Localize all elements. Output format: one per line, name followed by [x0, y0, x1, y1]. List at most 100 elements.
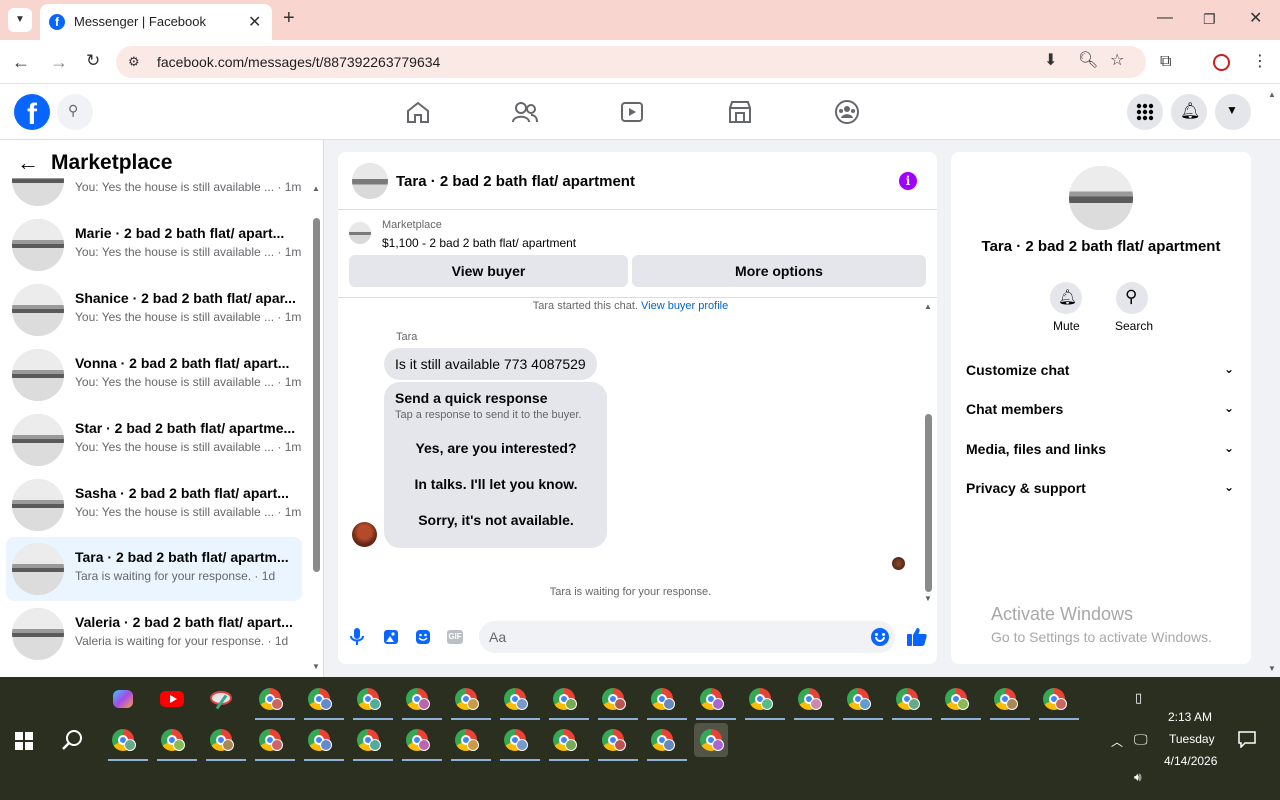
friends-nav-icon[interactable] [512, 101, 538, 123]
close-window-icon[interactable]: ✕ [1249, 11, 1262, 27]
photo-icon[interactable] [383, 629, 399, 645]
chrome-profile-icon[interactable] [939, 682, 981, 720]
view-buyer-button[interactable]: View buyer [349, 255, 628, 287]
windows-start-icon[interactable] [15, 732, 33, 750]
reload-icon[interactable]: ↻ [86, 52, 100, 69]
chrome-profile-icon[interactable] [155, 723, 197, 761]
paint-icon[interactable] [204, 682, 238, 716]
watch-nav-icon[interactable] [620, 101, 644, 123]
chrome-profile-icon[interactable] [1037, 682, 1079, 720]
extensions-icon[interactable]: ⧉ [1160, 54, 1171, 70]
chrome-profile-icon[interactable] [253, 682, 295, 720]
chrome-profile-icon[interactable] [596, 682, 638, 720]
listing-thumbnail[interactable] [349, 222, 371, 244]
mute-button[interactable]: 🔔︎ [1050, 282, 1082, 314]
quick-reply-yes-button[interactable]: Yes, are you interested? [399, 434, 593, 462]
emoji-icon[interactable] [871, 628, 889, 646]
search-conversation-button[interactable]: ⚲ [1116, 282, 1148, 314]
minimize-icon[interactable]: — [1157, 10, 1173, 26]
microphone-icon[interactable] [350, 628, 364, 646]
chrome-profile-icon[interactable] [253, 723, 295, 761]
quick-reply-in-talks-button[interactable]: In talks. I'll let you know. [399, 470, 593, 498]
forward-icon[interactable]: → [50, 53, 68, 71]
quick-reply-not-available-button[interactable]: Sorry, it's not available. [399, 506, 593, 534]
list-item[interactable]: Vonna · 2 bad 2 bath flat/ apart... You: … [6, 343, 302, 407]
back-arrow-icon[interactable]: ← [17, 150, 39, 176]
page-scroll-up-icon[interactable]: ▲ [1268, 90, 1276, 99]
page-scroll-down-icon[interactable]: ▼ [1268, 664, 1276, 673]
sender-avatar[interactable] [352, 522, 377, 547]
volume-icon[interactable]: 🔊︎ [1134, 770, 1142, 785]
listing-title[interactable]: $1,100 - 2 bad 2 bath flat/ apartment [382, 236, 576, 250]
omnibox[interactable]: ⚙ facebook.com/messages/t/88739226377963… [116, 46, 1146, 78]
chrome-profile-icon[interactable] [890, 682, 932, 720]
chrome-profile-icon[interactable] [449, 723, 491, 761]
chrome-profile-icon[interactable] [792, 682, 834, 720]
list-item[interactable]: Marie · 2 bad 2 bath flat/ apart... You: … [6, 213, 302, 277]
copilot-icon[interactable] [106, 682, 140, 716]
chrome-profile-icon[interactable] [302, 682, 344, 720]
home-nav-icon[interactable] [406, 101, 430, 123]
sticker-icon[interactable] [415, 629, 431, 645]
media-files-links-row[interactable]: Media, files and links ⌄ [966, 441, 1238, 461]
install-app-icon[interactable]: ⬇ [1044, 53, 1057, 69]
more-options-button[interactable]: More options [632, 255, 926, 287]
back-icon[interactable]: ← [12, 53, 30, 71]
list-item[interactable]: Shanice · 2 bad 2 bath flat/ apar... You:… [6, 278, 302, 342]
details-avatar[interactable] [1069, 166, 1133, 230]
network-icon[interactable]: 🖵︎ [1134, 731, 1148, 748]
chat-members-row[interactable]: Chat members ⌄ [966, 401, 1238, 421]
clock-date[interactable]: 4/14/2026 [1164, 754, 1217, 768]
chrome-profile-icon[interactable] [988, 682, 1030, 720]
list-item[interactable]: Tara · 2 bad 2 bath flat/ apartm... Tara … [6, 537, 302, 601]
taskbar-search-icon[interactable] [61, 729, 83, 751]
chrome-profile-icon[interactable] [400, 723, 442, 761]
message-input[interactable]: Aa [479, 621, 895, 653]
chat-avatar[interactable] [352, 163, 388, 199]
chrome-profile-icon[interactable] [547, 723, 589, 761]
chrome-profile-icon[interactable] [694, 682, 736, 720]
chrome-profile-icon[interactable] [596, 723, 638, 761]
list-item[interactable]: Sasha · 2 bad 2 bath flat/ apart... You: … [6, 473, 302, 537]
close-tab-icon[interactable]: ✕ [248, 12, 261, 32]
chrome-profile-icon[interactable] [694, 723, 728, 757]
view-buyer-profile-link[interactable]: View buyer profile [641, 300, 728, 312]
chrome-profile-icon[interactable] [547, 682, 589, 720]
clock-day[interactable]: Tuesday [1169, 732, 1215, 746]
profile-icon[interactable] [1213, 54, 1230, 71]
zoom-icon[interactable]: 🔍︎ [1078, 53, 1098, 69]
groups-nav-icon[interactable] [835, 100, 859, 124]
chrome-profile-icon[interactable] [302, 723, 344, 761]
chrome-profile-icon[interactable] [351, 723, 393, 761]
chat-title[interactable]: Tara · 2 bad 2 bath flat/ apartment [396, 173, 635, 190]
tab-search-icon[interactable]: ▼ [8, 8, 32, 32]
chrome-profile-icon[interactable] [645, 723, 687, 761]
thread-scroll-down-icon[interactable]: ▼ [924, 594, 932, 603]
scroll-up-icon[interactable]: ▲ [312, 184, 320, 193]
phone-link-icon[interactable]: ▯ [1135, 690, 1142, 706]
notifications-button[interactable]: 🔔︎ [1171, 94, 1207, 130]
bookmark-star-icon[interactable]: ☆ [1110, 53, 1124, 69]
chrome-profile-icon[interactable] [498, 723, 540, 761]
info-icon[interactable]: i [899, 172, 917, 190]
facebook-logo-icon[interactable]: f [14, 94, 50, 130]
chrome-profile-icon[interactable] [106, 723, 148, 761]
chrome-menu-icon[interactable]: ⋮ [1252, 54, 1268, 70]
account-button[interactable]: ▼ [1215, 94, 1251, 130]
site-settings-icon[interactable]: ⚙ [128, 54, 140, 70]
like-thumb-icon[interactable] [907, 627, 927, 646]
list-item[interactable]: Star · 2 bad 2 bath flat/ apartme... You:… [6, 408, 302, 472]
chrome-profile-icon[interactable] [351, 682, 393, 720]
customize-chat-row[interactable]: Customize chat ⌄ [966, 362, 1238, 382]
chrome-profile-icon[interactable] [204, 723, 246, 761]
show-hidden-icons-icon[interactable]: ︿ [1111, 733, 1123, 750]
chrome-profile-icon[interactable] [400, 682, 442, 720]
menu-button[interactable] [1127, 94, 1163, 130]
clock-time[interactable]: 2:13 AM [1168, 710, 1212, 724]
chrome-profile-icon[interactable] [645, 682, 687, 720]
notification-center-icon[interactable] [1238, 731, 1256, 748]
new-tab-icon[interactable]: + [283, 8, 295, 28]
scroll-down-icon[interactable]: ▼ [312, 662, 320, 671]
thread-scrollbar-thumb[interactable] [925, 414, 932, 592]
fb-search-button[interactable]: ⚲ [57, 94, 93, 130]
